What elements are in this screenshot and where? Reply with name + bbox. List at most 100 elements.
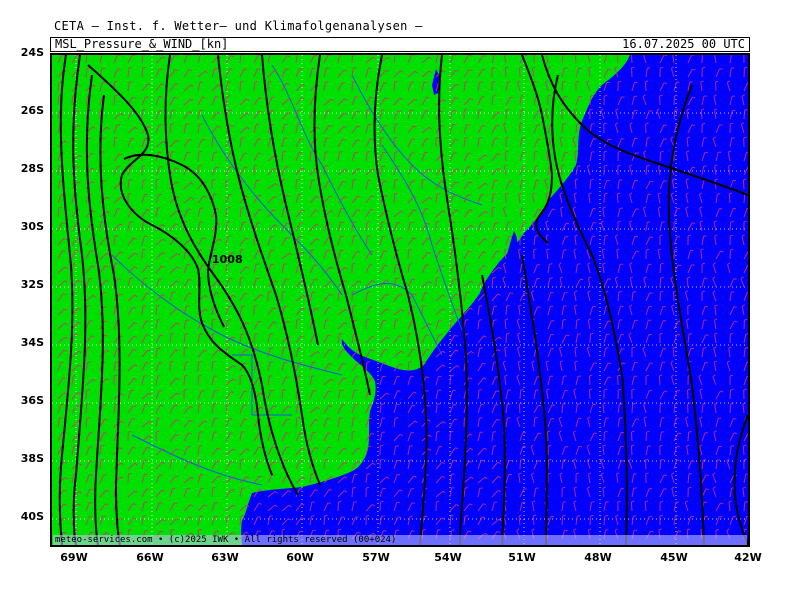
wind-barb-feather [257,530,261,532]
wind-barb-feather [408,332,412,335]
wind-barb [505,333,507,344]
lon-label-48w: 48W [584,551,612,564]
wind-barb-feather [286,222,290,225]
wind-barb-feather [128,472,132,475]
wind-barb-feather [604,164,608,167]
wind-barb [631,431,633,442]
map-canvas: 1008 [52,55,748,545]
wind-barb [518,403,521,414]
wind-barb [211,137,214,148]
wind-barb-feather [244,362,248,365]
wind-barb-feather [380,444,384,447]
wind-barb [687,389,689,400]
wind-barb-feather [76,110,80,113]
wind-barb-feather [440,110,444,113]
wind-barb-feather [156,430,160,433]
wind-barb-feather [705,488,710,490]
wind-barb-feather [61,250,66,252]
lat-label-26s: 26S [20,104,44,117]
wind-barb-feather [244,68,248,70]
wind-barb-feather [562,514,566,517]
wind-barb-feather [254,164,258,167]
wind-barb [351,55,354,64]
wind-barb [742,445,745,456]
wind-barb-feather [184,374,188,377]
wind-barb [505,151,507,162]
wind-barb-feather [590,94,594,97]
wind-barb-feather [496,236,500,239]
wind-barb-feather [145,362,149,364]
wind-barb-feather [464,137,469,139]
wind-barb-feather [369,96,374,99]
wind-barb-feather [215,208,220,210]
wind-barb-feather [117,68,121,70]
header-bar: MSL_Pressure_&_WIND_[kn] 16.07.2025 00 U… [50,37,750,52]
wind-barb-feather [608,68,612,71]
wind-barb-feather [384,264,388,267]
wind-barb-feather [117,278,121,280]
wind-barb-feather [562,80,566,83]
wind-barb [659,151,662,162]
wind-barb-feather [649,236,653,238]
wind-barb [337,501,339,512]
wind-barb-feather [328,446,332,449]
wind-barb-feather [608,376,612,379]
wind-barb-feather [702,66,706,69]
wind-barb [658,375,661,386]
wind-barb-feather [366,486,370,489]
wind-barb [659,277,662,288]
wind-barb-feather [660,66,664,69]
wind-barb-feather [492,277,496,279]
wind-barb-feather [744,501,748,503]
wind-barb-feather [524,292,528,295]
wind-barb-feather [548,444,552,447]
wind-barb-feather [646,165,650,167]
wind-barb-feather [366,318,370,321]
wind-barb-feather [160,404,164,407]
wind-barb-feather [324,459,328,461]
wind-barb [561,81,563,92]
wind-barb [644,81,647,92]
wind-barb-feather [663,138,667,140]
wind-barb-feather [730,332,734,335]
wind-barb-feather [663,82,668,84]
wind-barb-feather [314,278,318,281]
wind-barb [603,431,605,442]
wind-barb-feather [286,418,290,421]
wind-barb-feather [227,403,231,405]
wind-barb-feather [730,388,734,391]
wind-barb [225,207,228,218]
wind-barb-feather [216,460,220,463]
wind-barb-feather [296,319,300,321]
wind-barb-feather [324,514,328,517]
wind-barb [519,459,521,470]
wind-barb-feather [604,192,608,195]
wind-barb [141,109,143,120]
wind-barb-feather [352,305,357,307]
wind-barb-feather [730,234,734,237]
wind-barb-feather [412,404,416,407]
wind-barb-feather [734,320,738,323]
wind-barb-feather [688,486,692,489]
wind-barb-feather [366,109,370,111]
wind-barb [239,459,242,470]
wind-barb-feather [436,500,440,503]
lat-label-38s: 38S [20,452,44,465]
wind-barb-feather [730,248,734,251]
wind-barb-feather [212,318,216,321]
copyright-footer: meteo-services.com • (c)2025 IWK • All r… [53,535,747,545]
wind-barb-feather [604,94,608,97]
wind-barb [239,81,241,92]
wind-barb-feather [103,306,107,308]
wind-barb-feather [566,334,570,337]
wind-barb-feather [425,138,429,140]
wind-barb-feather [733,306,737,308]
wind-barb-feather [538,432,542,435]
wind-barb-feather [355,516,359,518]
wind-barb-feather [114,136,118,139]
wind-barb-feather [86,389,90,391]
lat-label-34s: 34S [20,336,44,349]
wind-barb-feather [215,530,220,532]
wind-barb-feather [272,446,276,449]
wind-barb-feather [240,458,244,461]
